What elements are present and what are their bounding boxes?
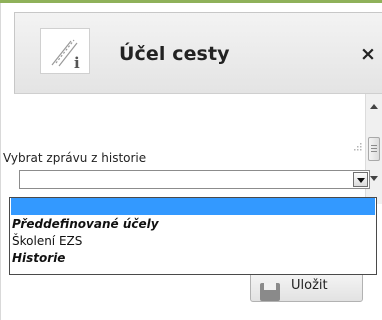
dropdown-option-skoleni[interactable]: Školení EZS: [11, 233, 375, 250]
svg-text:i: i: [74, 54, 80, 72]
dropdown-option-empty[interactable]: [11, 198, 375, 215]
history-select[interactable]: [19, 170, 370, 189]
left-border-line: [0, 3, 1, 320]
dropdown-group-history: Historie: [12, 251, 66, 265]
history-dropdown-list: Předdefinované účely Školení EZS Histori…: [9, 197, 377, 275]
top-accent-line: [0, 0, 382, 3]
save-button-label: Uložit: [291, 278, 328, 293]
scroll-down-arrow-icon[interactable]: [370, 176, 378, 181]
resize-grip-icon[interactable]: [353, 137, 363, 151]
history-label: Vybrat zprávu z historie: [3, 151, 147, 165]
dropdown-group-predefined: Předdefinované účely: [12, 217, 159, 231]
close-button[interactable]: ×: [358, 43, 378, 65]
message-textarea[interactable]: [20, 95, 364, 150]
scroll-thumb[interactable]: [368, 137, 380, 161]
chevron-down-icon[interactable]: [353, 172, 368, 187]
dialog-title: Účel cesty: [119, 43, 230, 65]
scroll-up-arrow-icon[interactable]: [370, 104, 378, 109]
save-icon: [260, 283, 280, 301]
dialog-header: i Účel cesty ×: [14, 12, 382, 94]
info-document-icon: i: [40, 28, 90, 74]
